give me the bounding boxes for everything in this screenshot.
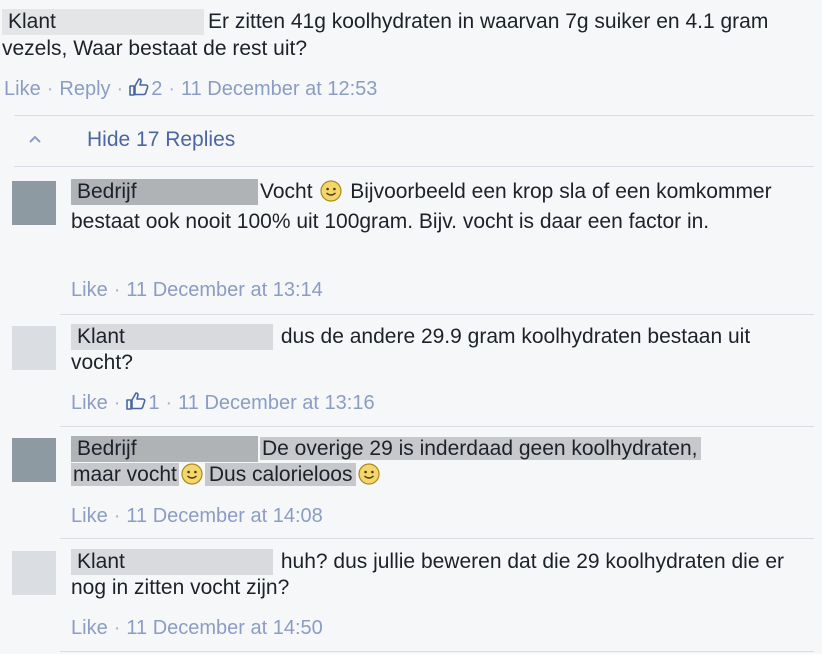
reply-meta: Like · 1 · 11 December at 13:16	[71, 390, 375, 417]
divider	[60, 426, 814, 427]
reply-meta: Like · 11 December at 13:14	[71, 277, 323, 303]
reply-body: Bedrijf Vocht Bijvoorbeeld een krop sla o…	[71, 179, 811, 235]
like-link[interactable]: Like	[71, 505, 108, 527]
separator: ·	[113, 505, 121, 527]
separator: ·	[113, 279, 121, 301]
separator: ·	[116, 78, 124, 100]
like-link[interactable]: Like	[71, 617, 108, 639]
reply-author[interactable]: Klant	[71, 549, 273, 575]
reply-author[interactable]: Bedrijf	[71, 179, 258, 205]
separator: ·	[113, 617, 121, 639]
reply-text: Dus calorieloos	[204, 463, 357, 486]
smiley-icon	[320, 180, 342, 209]
reply-author[interactable]: Klant	[71, 324, 273, 350]
main-comment-meta: Like · Reply · 2 · 11 December at 12:53	[4, 76, 377, 103]
main-comment-body: Klant Er zitten 41g koolhydraten in waarv…	[2, 8, 817, 62]
separator: ·	[168, 78, 175, 100]
timestamp[interactable]: 11 December at 14:50	[126, 617, 322, 639]
timestamp[interactable]: 11 December at 13:14	[126, 279, 322, 301]
comment-thread: Klant Er zitten 41g koolhydraten in waarv…	[0, 0, 822, 654]
avatar[interactable]	[12, 438, 56, 482]
avatar[interactable]	[12, 326, 56, 370]
avatar[interactable]	[12, 551, 56, 595]
divider	[60, 651, 814, 652]
reply-body: Klant dus de andere 29.9 gram koolhydrat…	[71, 324, 811, 376]
separator: ·	[113, 392, 121, 414]
like-link[interactable]: Like	[71, 279, 108, 301]
divider	[60, 314, 814, 315]
timestamp[interactable]: 11 December at 13:16	[178, 392, 374, 414]
thumbs-up-icon[interactable]	[126, 391, 146, 417]
like-link[interactable]: Like	[4, 78, 41, 100]
reply-link[interactable]: Reply	[59, 78, 110, 100]
hide-replies-row[interactable]: Hide 17 Replies	[0, 118, 822, 164]
divider	[14, 115, 814, 116]
divider	[60, 538, 814, 539]
like-count: 2	[151, 78, 163, 100]
thumbs-up-icon[interactable]	[129, 77, 149, 103]
reply-body: Bedrijf De overige 29 is inderdaad geen k…	[71, 436, 811, 492]
reply-text: maar vocht	[71, 463, 179, 486]
timestamp[interactable]: 11 December at 14:08	[126, 505, 322, 527]
timestamp[interactable]: 11 December at 12:53	[181, 78, 377, 100]
avatar[interactable]	[12, 181, 56, 225]
reply-text: De overige 29 is inderdaad geen koolhydr…	[260, 437, 702, 460]
reply-body: Klant huh? dus jullie beweren dat die 29…	[71, 549, 811, 601]
reply-meta: Like · 11 December at 14:08	[71, 503, 323, 529]
smiley-icon	[181, 463, 203, 492]
reply-text: Vocht	[260, 180, 313, 203]
separator: ·	[46, 78, 54, 100]
chevron-up-icon	[26, 130, 44, 148]
reply-meta: Like · 11 December at 14:50	[71, 615, 323, 641]
like-count: 1	[148, 392, 160, 414]
comment-author[interactable]: Klant	[2, 9, 204, 35]
reply-author[interactable]: Bedrijf	[71, 436, 258, 462]
like-link[interactable]: Like	[71, 392, 108, 414]
smiley-icon	[358, 463, 381, 492]
hide-replies-link[interactable]: Hide 17 Replies	[87, 126, 235, 154]
separator: ·	[165, 392, 173, 414]
divider	[14, 166, 814, 167]
